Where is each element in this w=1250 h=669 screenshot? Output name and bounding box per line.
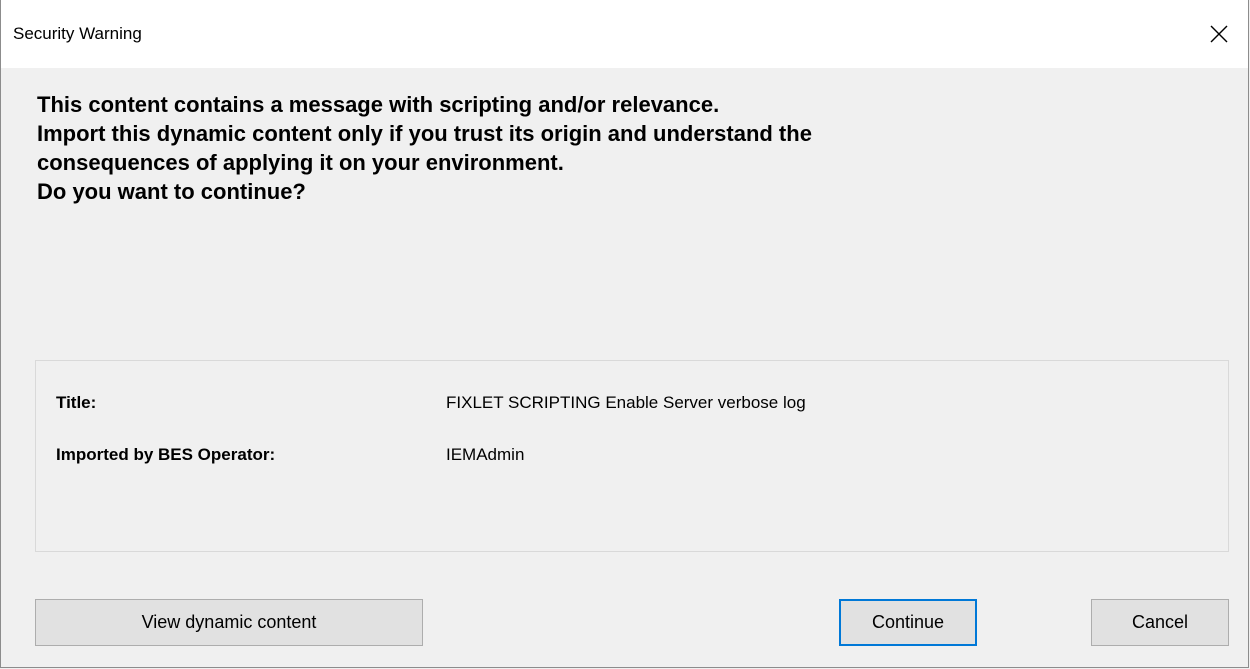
warning-message-line-2: Import this dynamic content only if you … [37,121,812,146]
operator-value: IEMAdmin [446,445,525,464]
warning-message-line-1: This content contains a message with scr… [37,92,720,117]
close-button[interactable] [1190,0,1248,68]
view-dynamic-content-button[interactable]: View dynamic content [35,599,423,646]
title-label: Title: [56,393,97,412]
warning-message-line-4: Do you want to continue? [37,179,306,204]
warning-message-line-3: consequences of applying it on your envi… [37,150,564,175]
security-warning-dialog: Security Warning This content contains a… [0,0,1249,668]
cancel-button[interactable]: Cancel [1091,599,1229,646]
dialog-title: Security Warning [13,24,142,43]
title-value: FIXLET SCRIPTING Enable Server verbose l… [446,393,806,412]
operator-label: Imported by BES Operator: [56,445,276,464]
content-details-panel: Title: FIXLET SCRIPTING Enable Server ve… [35,360,1229,552]
warning-message: This content contains a message with scr… [37,90,1187,206]
close-icon [1210,25,1228,43]
title-bar: Security Warning [1,0,1248,68]
continue-button[interactable]: Continue [839,599,977,646]
